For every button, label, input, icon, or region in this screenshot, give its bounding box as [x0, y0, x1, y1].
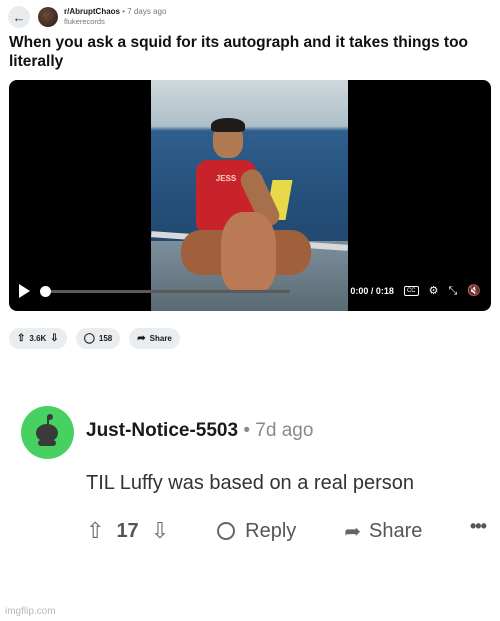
video-controls: 0:00 / 0:18 CC ⚙ ⤡ 🔇	[9, 271, 491, 311]
post-action-bar: ⇧ 3.6K ⇩ ◯ 158 ➦ Share	[9, 328, 180, 349]
share-button[interactable]: ➦ Share	[129, 328, 180, 349]
vote-pill: ⇧ 3.6K ⇩	[9, 328, 67, 349]
share-label: Share	[149, 334, 172, 343]
snoo-antenna	[47, 414, 53, 420]
fullscreen-icon[interactable]: ⤡	[448, 285, 457, 297]
reply-icon	[217, 522, 236, 540]
arrow-left-icon: ←	[12, 9, 26, 25]
comment-icon: ◯	[83, 333, 95, 344]
video-timecode: 0:00 / 0:18	[350, 286, 394, 296]
subreddit-link[interactable]: r/AbruptChaos	[64, 7, 120, 16]
post-time: 7 days ago	[127, 7, 167, 16]
commenter-avatar[interactable]	[21, 406, 74, 459]
post-author[interactable]: flukerecords	[64, 17, 166, 27]
share-icon: ➦	[137, 333, 146, 344]
watermark: imgflip.com	[5, 606, 56, 617]
post-meta: r/AbruptChaos • 7 days ago flukerecords	[64, 7, 166, 27]
comment-upvote-icon[interactable]: ⇧	[86, 518, 104, 544]
post-header: ← r/AbruptChaos • 7 days ago flukerecord…	[8, 4, 166, 30]
captions-icon[interactable]: CC	[403, 286, 419, 296]
downvote-icon[interactable]: ⇩	[50, 333, 58, 344]
subreddit-avatar[interactable]	[38, 7, 58, 27]
share-icon: ➦	[344, 520, 362, 543]
settings-icon[interactable]: ⚙	[429, 285, 439, 297]
comment-meta: Just-Notice-5503 • 7d ago	[86, 420, 313, 442]
comment-age: 7d ago	[255, 420, 314, 441]
back-button[interactable]: ←	[8, 6, 30, 28]
play-icon[interactable]	[19, 284, 30, 298]
more-options-icon[interactable]: •••	[470, 516, 487, 537]
snoo-feet	[38, 440, 56, 446]
comment-share-label: Share	[369, 519, 423, 542]
video-player[interactable]: JESS 0:00 / 0:18 CC ⚙ ⤡ 🔇	[9, 80, 491, 311]
reply-button[interactable]: Reply	[217, 520, 296, 543]
meta-separator: •	[122, 7, 126, 16]
comment-count: 158	[98, 334, 113, 343]
comment-separator: •	[243, 420, 250, 441]
comments-button[interactable]: ◯ 158	[75, 328, 121, 349]
post-title[interactable]: When you ask a squid for its autograph a…	[9, 33, 493, 71]
upvote-icon[interactable]: ⇧	[17, 333, 25, 344]
comment-share-button[interactable]: ➦ Share	[344, 519, 422, 544]
reply-label: Reply	[245, 519, 297, 542]
comment-downvote-icon[interactable]: ⇩	[151, 518, 169, 544]
person-hair	[211, 118, 245, 132]
comment-text: TIL Luffy was based on a real person	[86, 472, 414, 494]
scrubber-thumb[interactable]	[40, 285, 51, 297]
comment-actions: ⇧ 17 ⇩ Reply ➦ Share	[86, 518, 422, 544]
vote-count: 3.6K	[29, 334, 47, 343]
comment-author[interactable]: Just-Notice-5503	[86, 420, 238, 441]
video-scrubber[interactable]	[40, 285, 290, 297]
mute-icon[interactable]: 🔇	[467, 285, 481, 297]
comment-score: 17	[116, 519, 139, 542]
